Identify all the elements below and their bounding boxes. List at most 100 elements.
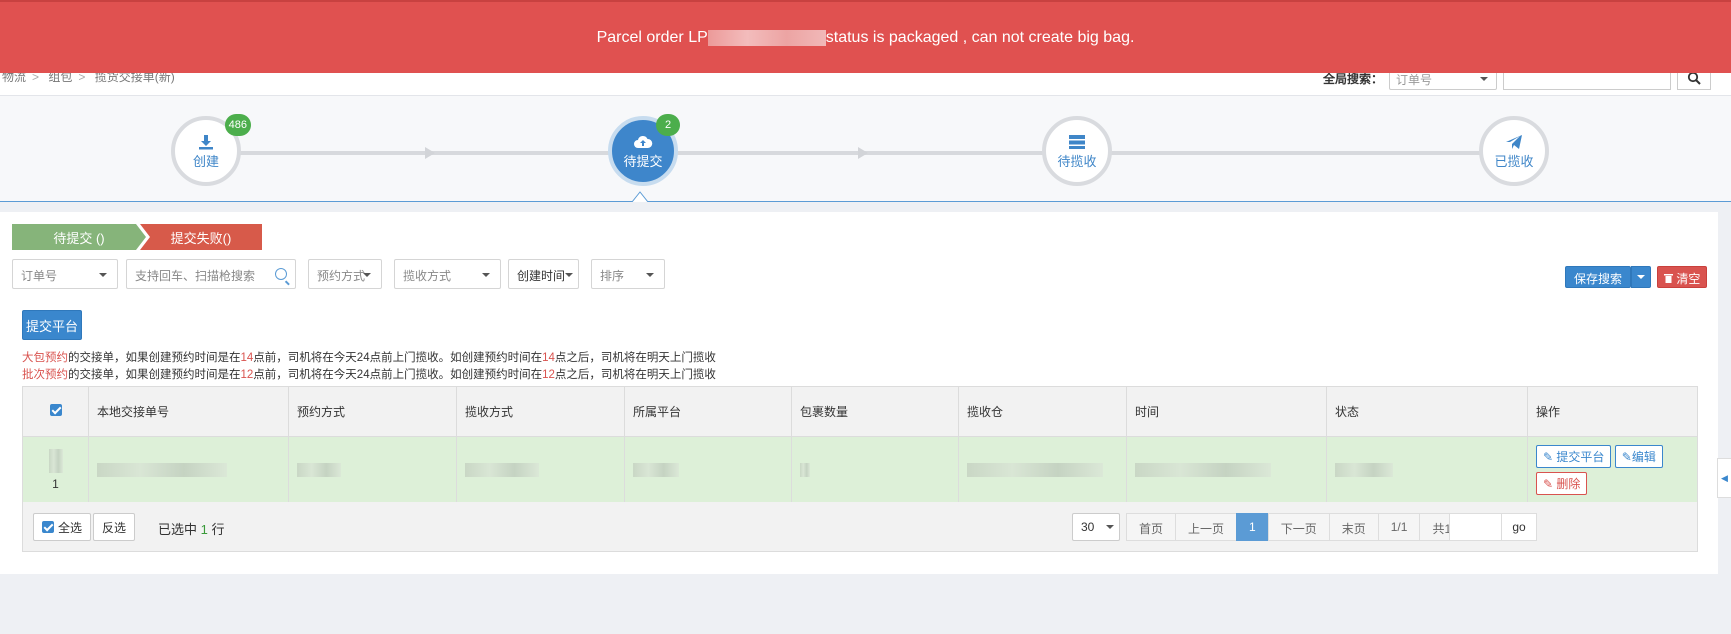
table-footer: 全选 反选 已选中 1 行 30 首页 上一页 1 下一页 末页 1/1 共1条… [22, 502, 1698, 552]
redacted-value [800, 462, 810, 477]
table-row[interactable]: 1 ✎ 提交平台 ✎编辑 ✎ 删除 [22, 436, 1698, 503]
col-pickup-method[interactable]: 揽收方式 [456, 386, 625, 437]
reserve-method-value: 预约方式 [317, 269, 366, 283]
page-jump-input[interactable] [1449, 513, 1505, 541]
row-submit-platform-button[interactable]: ✎ 提交平台 [1536, 444, 1612, 468]
table-header-row: 本地交接单号 预约方式 揽收方式 所属平台 包裹数量 揽收仓 时间 状态 操作 [22, 386, 1698, 437]
step-picked-up[interactable]: 已揽收 [1479, 116, 1549, 186]
page-current[interactable]: 1 [1236, 513, 1268, 541]
col-pickup-warehouse[interactable]: 揽收仓 [958, 386, 1127, 437]
save-search-button[interactable]: 保存搜索 [1565, 266, 1632, 288]
col-reserve-method[interactable]: 预约方式 [288, 386, 457, 437]
note-text: 点前，司机将在今天24点前上门揽收。如创建预约时间在 [253, 352, 543, 364]
note-highlight: 大包预约 [22, 352, 68, 364]
page-prev[interactable]: 上一页 [1175, 513, 1237, 541]
selected-suffix: 行 [211, 522, 225, 537]
save-search-dropdown[interactable] [1631, 266, 1652, 288]
selected-count: 1 [200, 522, 208, 537]
pagination: 首页 上一页 1 下一页 末页 1/1 共1条 [1126, 513, 1477, 541]
step-label: 待揽收 [1057, 153, 1097, 169]
step-label: 已揽收 [1494, 153, 1534, 169]
redacted-order-number [707, 29, 826, 46]
edit-icon: ✎ [1621, 449, 1632, 464]
note-highlight: 批次预约 [22, 369, 68, 381]
step-badge: 2 [656, 114, 680, 136]
clear-label: 清空 [1676, 272, 1701, 286]
chevron-left-icon: ◀ [1721, 472, 1728, 483]
trash-icon [1664, 274, 1674, 283]
search-icon[interactable] [275, 268, 287, 280]
search-input[interactable]: 支持回车、扫描枪搜索 [126, 259, 296, 289]
note-hour: 14 [240, 352, 254, 364]
server-icon [1068, 133, 1086, 151]
select-all-header-checkbox[interactable] [22, 386, 89, 437]
redacted-value [1335, 462, 1393, 477]
create-time-button[interactable]: 创建时间 [508, 259, 579, 289]
step-label: 创建 [192, 153, 219, 169]
col-local-handover-no[interactable]: 本地交接单号 [88, 386, 289, 437]
edit-icon: ✎ [1543, 449, 1554, 464]
redacted-value [465, 462, 539, 477]
reserve-method-select[interactable]: 预约方式 [308, 259, 382, 289]
selection-info: 已选中 1 行 [158, 519, 225, 538]
step-created[interactable]: 486 创建 [171, 114, 251, 186]
note-line-1: 大包预约的交接单，如果创建预约时间是在14点前，司机将在今天24点前上门揽收。如… [22, 350, 716, 367]
sort-select[interactable]: 排序 [591, 259, 665, 289]
page-go-button[interactable]: go [1501, 513, 1537, 541]
page-last[interactable]: 末页 [1328, 513, 1378, 541]
page-first[interactable]: 首页 [1126, 513, 1176, 541]
row-select-cell[interactable]: 1 [22, 436, 89, 503]
note-text: 的交接单，如果创建预约时间是在 [68, 352, 241, 364]
step-pending-pickup[interactable]: 待揽收 [1042, 116, 1112, 186]
col-package-count[interactable]: 包裹数量 [791, 386, 959, 437]
redacted-value [1135, 462, 1271, 477]
cell-handover-no [88, 436, 289, 503]
side-collapse-toggle[interactable]: ◀ [1717, 458, 1731, 498]
row-delete-button[interactable]: ✎ 删除 [1536, 471, 1588, 495]
step-pending-submit[interactable]: 2 待提交 [608, 114, 680, 186]
cell-pickup-warehouse [958, 436, 1127, 503]
global-search-type-value: 订单号 [1396, 73, 1433, 87]
cell-reserve-method [288, 436, 457, 503]
chevron-down-icon [646, 273, 654, 281]
order-no-select[interactable]: 订单号 [12, 259, 118, 289]
col-time[interactable]: 时间 [1126, 386, 1327, 437]
search-placeholder: 支持回车、扫描枪搜索 [135, 269, 256, 283]
redacted-value [633, 462, 679, 477]
note-hour: 12 [240, 369, 254, 381]
page-next[interactable]: 下一页 [1267, 513, 1329, 541]
chevron-down-icon [1480, 77, 1488, 85]
active-step-pointer [632, 191, 648, 202]
note-text: 点前，司机将在今天24点前上门揽收。如创建预约时间在 [253, 369, 543, 381]
select-all-button[interactable]: 全选 [33, 513, 92, 541]
row-edit-label: 编辑 [1631, 449, 1656, 464]
alert-text-suffix: status is packaged , can not create big … [825, 28, 1135, 46]
note-text: 点之后，司机将在明天上门揽收 [554, 369, 716, 381]
step-badge: 486 [224, 114, 251, 136]
edit-icon: ✎ [1543, 476, 1554, 491]
pickup-method-select[interactable]: 揽收方式 [394, 259, 501, 289]
col-platform[interactable]: 所属平台 [624, 386, 792, 437]
per-page-select[interactable]: 30 [1072, 513, 1120, 541]
tab-pending-submit[interactable]: 待提交 () [12, 224, 146, 250]
arrow-icon [425, 147, 441, 159]
clear-button[interactable]: 清空 [1657, 266, 1708, 288]
note-hour: 14 [542, 352, 555, 364]
save-search-group: 保存搜索 清空 [1565, 266, 1708, 288]
row-edit-button[interactable]: ✎编辑 [1614, 444, 1663, 468]
create-time-label: 创建时间 [517, 269, 566, 283]
redacted-value [297, 462, 341, 477]
tab-submit-failed[interactable]: 提交失败() [140, 224, 262, 250]
note-line-2: 批次预约的交接单，如果创建预约时间是在12点前，司机将在今天24点前上门揽收。如… [22, 367, 716, 384]
chevron-down-icon [363, 273, 371, 281]
cell-platform [624, 436, 792, 503]
note-hour: 12 [542, 369, 555, 381]
arrow-icon [858, 147, 874, 159]
selected-prefix: 已选中 [158, 522, 198, 537]
note-text: 点之后，司机将在明天上门揽收 [554, 352, 716, 364]
cell-status [1326, 436, 1528, 503]
redacted-checkbox[interactable] [48, 448, 63, 473]
col-status[interactable]: 状态 [1326, 386, 1528, 437]
submit-platform-button[interactable]: 提交平台 [22, 310, 82, 340]
invert-selection-button[interactable]: 反选 [93, 513, 136, 541]
